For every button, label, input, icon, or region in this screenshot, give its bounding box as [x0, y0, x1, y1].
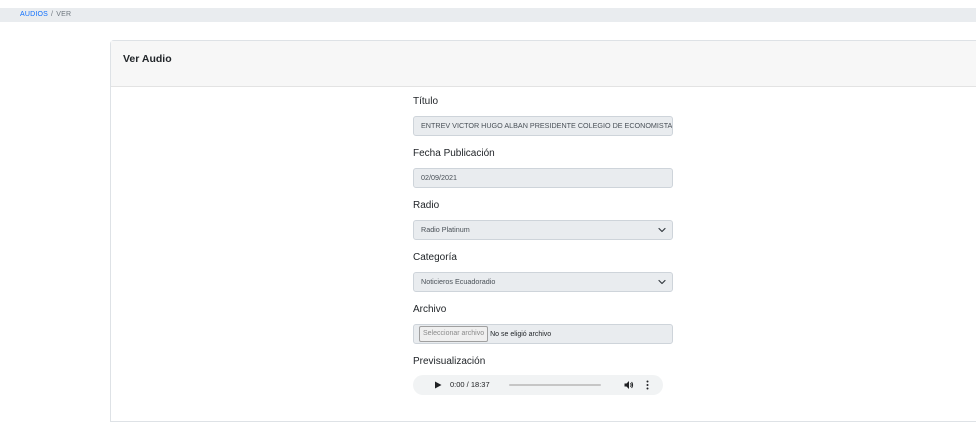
- categoria-field: Categoría Noticieros Ecuadoradio: [413, 251, 675, 292]
- view-audio-card: Ver Audio Título ENTREV VICTOR HUGO ALBA…: [110, 40, 976, 422]
- card-header: Ver Audio: [111, 41, 976, 87]
- categoria-select-value: Noticieros Ecuadoradio: [421, 277, 496, 286]
- breadcrumb: AUDIOS / VER: [20, 9, 71, 21]
- preview-field: Previsualización 0:00 / 18:37: [413, 355, 675, 395]
- radio-select[interactable]: Radio Platinum: [413, 220, 673, 240]
- titulo-label: Título: [413, 96, 439, 107]
- choose-file-button[interactable]: Seleccionar archivo: [419, 326, 489, 342]
- titulo-field: Título ENTREV VICTOR HUGO ALBAN PRESIDEN…: [413, 95, 675, 136]
- audio-player[interactable]: 0:00 / 18:37: [413, 375, 663, 395]
- preview-label: Previsualización: [413, 356, 486, 367]
- chevron-down-icon: [658, 279, 666, 285]
- more-options-icon[interactable]: [646, 380, 649, 390]
- card-title: Ver Audio: [123, 53, 172, 65]
- fecha-input[interactable]: 02/09/2021: [413, 168, 673, 188]
- radio-label: Radio: [413, 200, 440, 211]
- breadcrumb-link-audios[interactable]: AUDIOS: [20, 11, 48, 18]
- archivo-file-input[interactable]: Seleccionar archivo No se eligió archivo: [413, 324, 673, 344]
- categoria-label: Categoría: [413, 252, 457, 263]
- breadcrumb-separator: /: [51, 11, 54, 18]
- play-icon[interactable]: [434, 381, 442, 389]
- volume-icon[interactable]: [624, 380, 634, 390]
- categoria-select[interactable]: Noticieros Ecuadoradio: [413, 272, 673, 292]
- titulo-input[interactable]: ENTREV VICTOR HUGO ALBAN PRESIDENTE COLE…: [413, 116, 673, 136]
- archivo-field: Archivo Seleccionar archivo No se eligió …: [413, 303, 675, 344]
- chevron-down-icon: [658, 227, 666, 233]
- audio-time: 0:00 / 18:37: [450, 380, 490, 389]
- fecha-label: Fecha Publicación: [413, 148, 495, 159]
- radio-field: Radio Radio Platinum: [413, 199, 675, 240]
- file-status: No se eligió archivo: [490, 331, 552, 338]
- audio-progress-slider[interactable]: [509, 384, 601, 386]
- archivo-label: Archivo: [413, 304, 447, 315]
- radio-select-value: Radio Platinum: [421, 225, 470, 234]
- breadcrumb-current: VER: [56, 11, 72, 18]
- breadcrumb-bar: [0, 8, 976, 22]
- fecha-field: Fecha Publicación 02/09/2021: [413, 147, 675, 188]
